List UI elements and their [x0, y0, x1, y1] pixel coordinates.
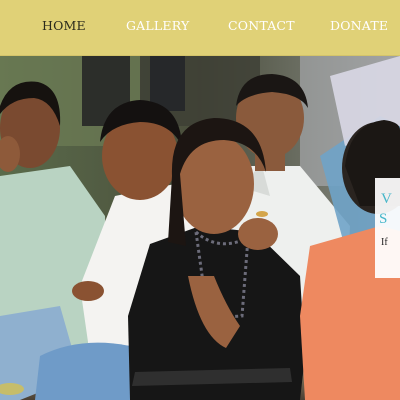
promo-card-body-fragment: If	[381, 237, 388, 248]
nav-gallery-link[interactable]: GALLERY	[126, 18, 189, 33]
nav-donate-link[interactable]: DONATE	[330, 18, 388, 33]
promo-card-partial[interactable]: V S If	[375, 178, 400, 278]
top-navigation-bar: HOME GALLERY CONTACT DONATE	[0, 0, 400, 56]
promo-card-heading-fragment: V	[381, 191, 392, 207]
page: HOME GALLERY CONTACT DONATE V S If	[0, 0, 400, 400]
hero-photo	[0, 56, 400, 400]
promo-card-subheading-fragment: S	[379, 211, 388, 227]
nav-contact-link[interactable]: CONTACT	[228, 18, 295, 33]
hero-photo-illustration	[0, 56, 400, 400]
nav-home-link[interactable]: HOME	[42, 18, 86, 33]
